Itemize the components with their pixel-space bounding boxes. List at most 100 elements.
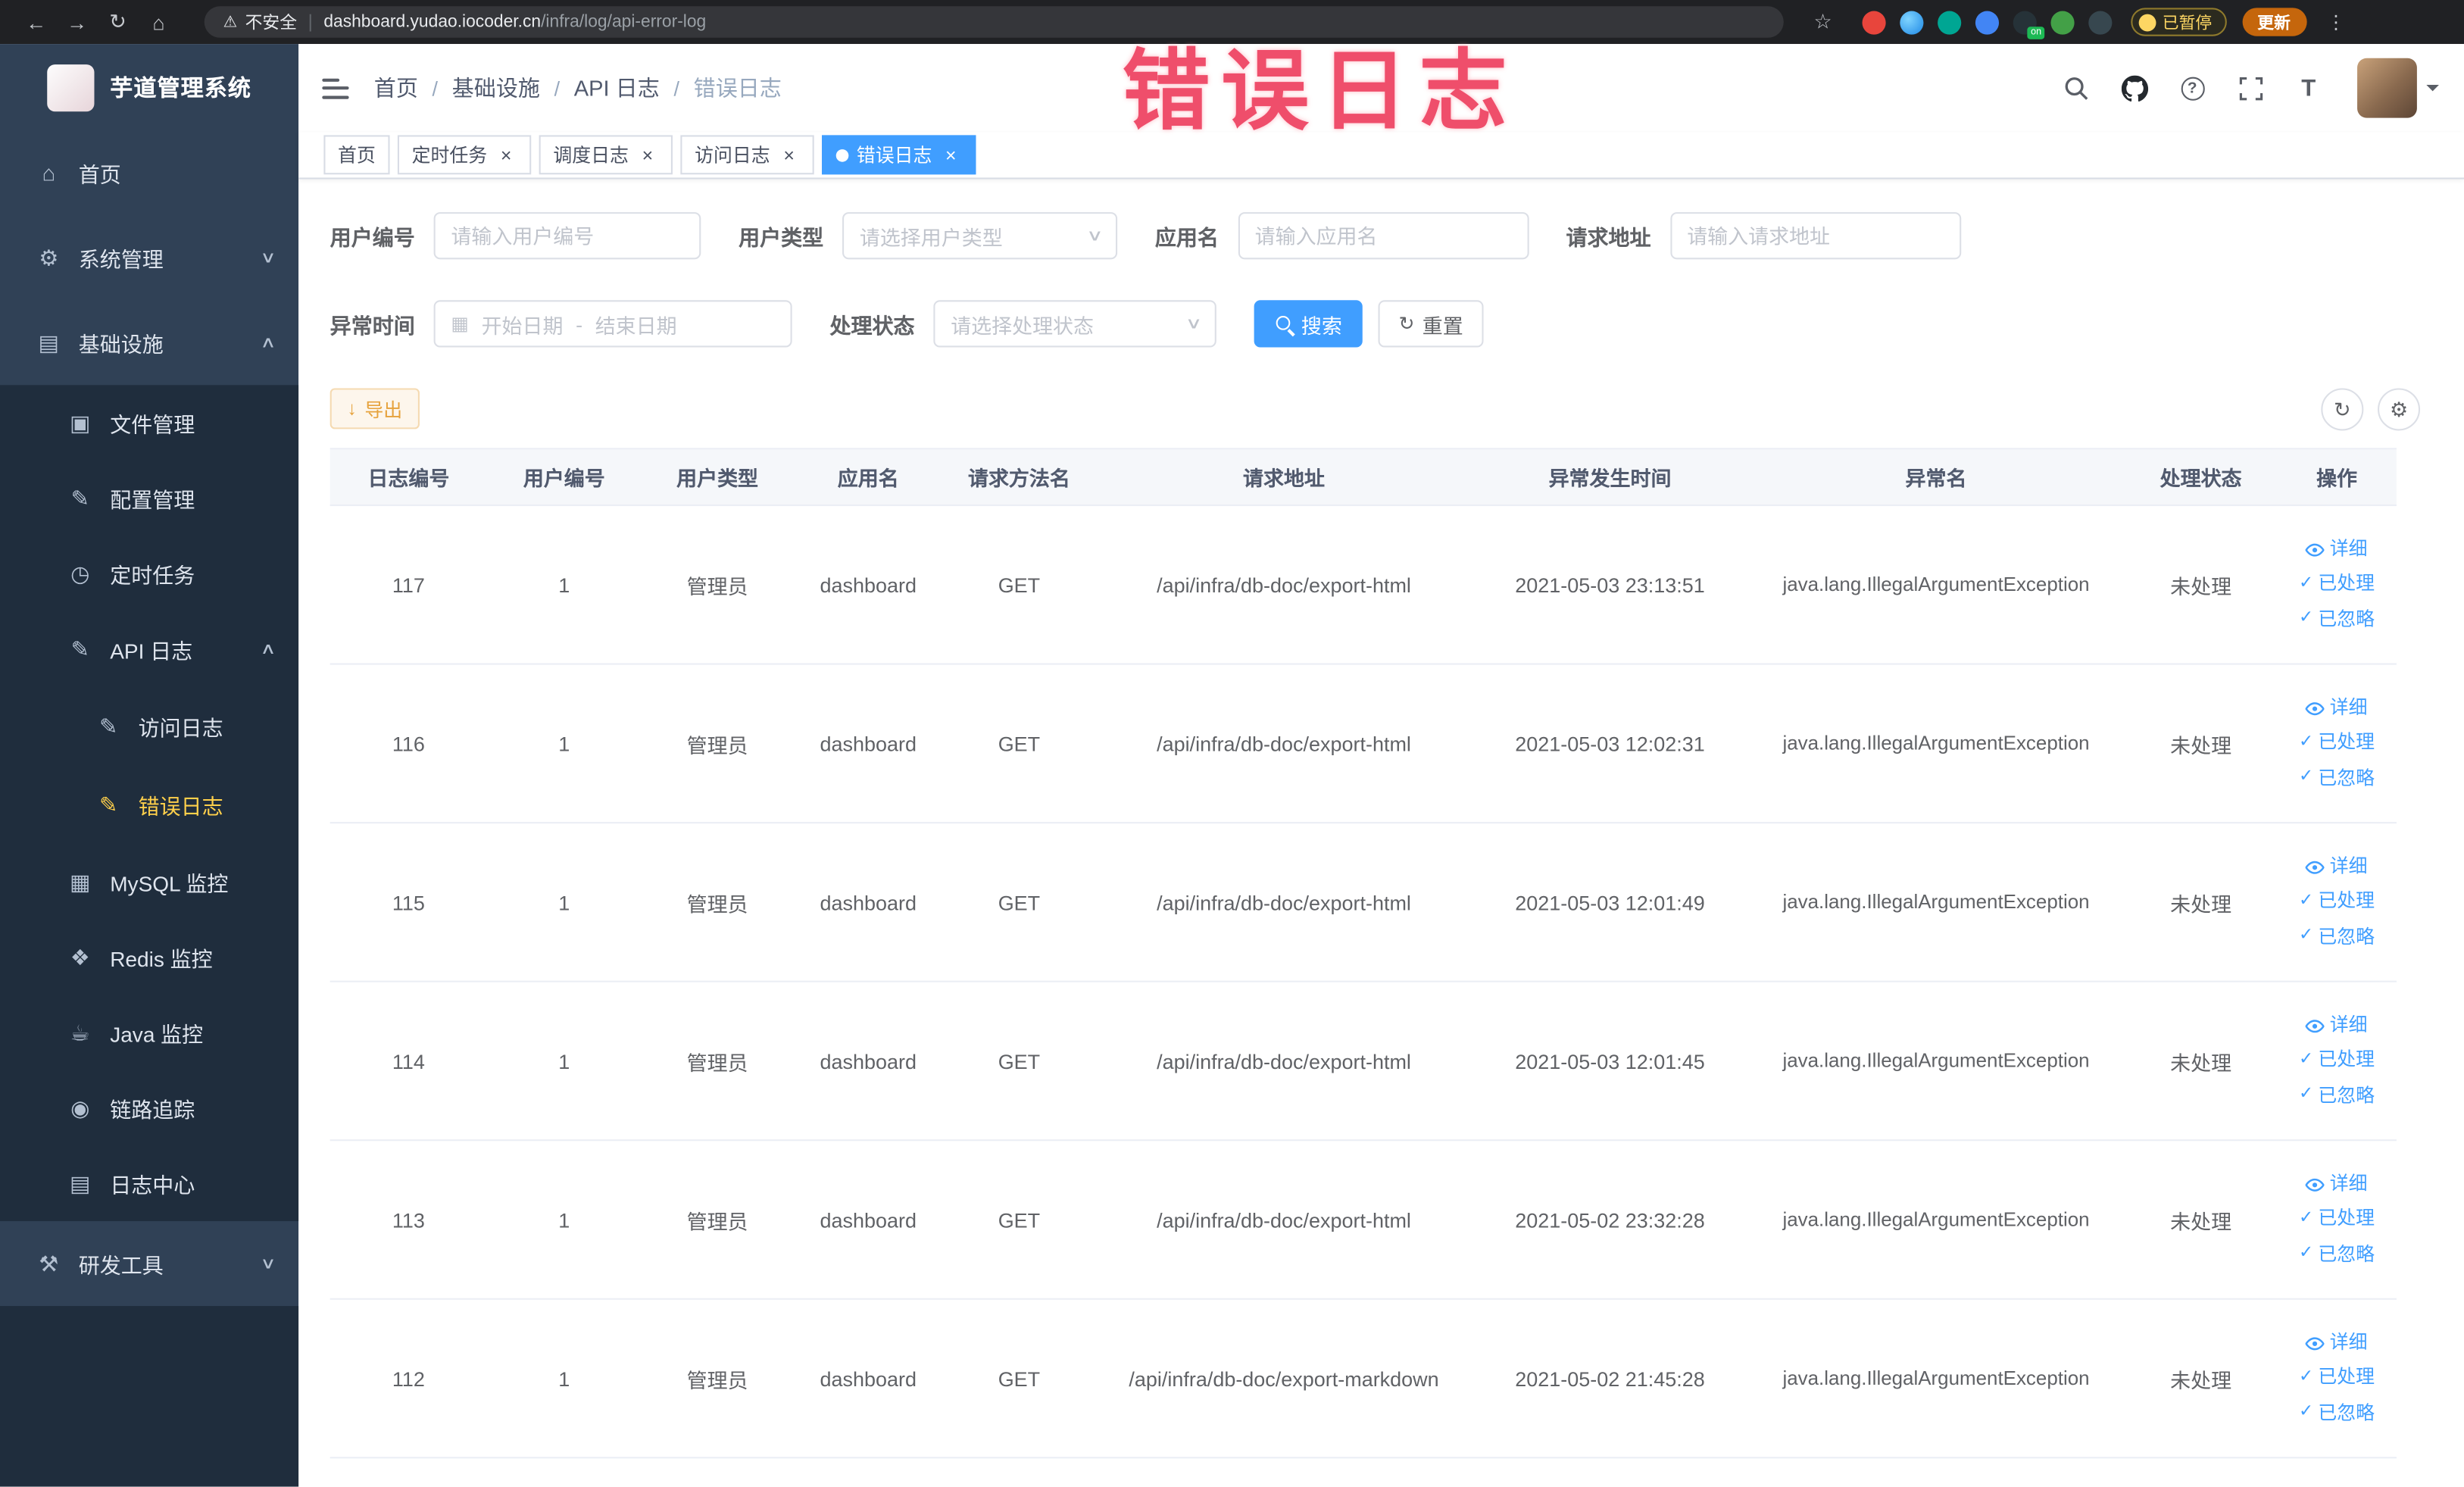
back-icon[interactable]: ← xyxy=(16,10,57,33)
sidebar-item-trace[interactable]: ◉ 链路追踪 xyxy=(0,1070,298,1146)
table-row: 113 1 管理员 dashboard GET /api/infra/db-do… xyxy=(329,1141,2397,1300)
breadcrumb-infra[interactable]: 基础设施 xyxy=(452,72,540,103)
address-bar[interactable]: ⚠ 不安全 dashboard.yudao.iocoder.cn/infra/l… xyxy=(204,6,1784,38)
tools-icon: ⚒ xyxy=(39,1250,59,1276)
sidebar-item-error-log[interactable]: ✎ 错误日志 xyxy=(0,765,298,844)
detail-link[interactable]: 详细 xyxy=(2306,852,2368,883)
search-icon[interactable] xyxy=(2060,72,2091,103)
github-icon[interactable] xyxy=(2119,72,2150,103)
extension-red-icon[interactable] xyxy=(1862,10,1886,34)
browser-home-icon[interactable]: ⌂ xyxy=(139,10,180,33)
active-dot xyxy=(835,148,849,161)
browser-menu-icon[interactable]: ⋮ xyxy=(2316,11,2356,33)
hamburger-icon[interactable] xyxy=(298,44,370,132)
ignored-link[interactable]: ✓ 已忽略 xyxy=(2299,1081,2375,1111)
app-name-input[interactable] xyxy=(1237,212,1529,260)
update-button[interactable]: 更新 xyxy=(2241,8,2306,36)
search-button[interactable]: 搜索 xyxy=(1254,300,1363,348)
detail-link[interactable]: 详细 xyxy=(2306,1170,2368,1200)
actions-cell: 详细 ✓ 已处理 ✓ 已忽略 xyxy=(2277,506,2397,663)
tab-schedule-log[interactable]: 调度日志 × xyxy=(539,135,673,175)
forward-icon[interactable]: → xyxy=(57,10,98,33)
processed-link[interactable]: ✓ 已处理 xyxy=(2299,887,2375,917)
sidebar-item-file-manage[interactable]: ▣ 文件管理 xyxy=(0,385,298,461)
user-menu[interactable] xyxy=(2357,58,2439,118)
extension-on-icon[interactable]: on xyxy=(2013,10,2045,39)
user-id-input[interactable] xyxy=(433,212,701,260)
chevron-down-icon: ∨ xyxy=(259,1254,276,1273)
extensions-row: on xyxy=(1862,10,2113,39)
extension-sprout-icon[interactable] xyxy=(2050,10,2075,34)
sidebar-item-infra[interactable]: ▤ 基础设施 ∧ xyxy=(0,300,298,385)
ignored-link[interactable]: ✓ 已忽略 xyxy=(2299,922,2375,952)
refresh-button[interactable]: ↻ xyxy=(2321,388,2364,431)
url-path: /infra/log/api-error-log xyxy=(541,12,707,32)
processed-link[interactable]: ✓ 已处理 xyxy=(2299,1046,2375,1076)
export-button[interactable]: ↓ 导出 xyxy=(329,388,420,430)
sidebar-item-scheduled-job[interactable]: ◷ 定时任务 xyxy=(0,536,298,611)
ignored-link[interactable]: ✓ 已忽略 xyxy=(2299,1239,2375,1270)
sidebar-item-java-monitor[interactable]: ☕ Java 监控 xyxy=(0,995,298,1070)
reload-icon[interactable]: ↻ xyxy=(98,9,139,34)
tab-scheduled-job[interactable]: 定时任务 × xyxy=(397,135,532,175)
table-cell: /api/infra/db-doc/export-html xyxy=(1157,573,1411,597)
breadcrumb-api-log[interactable]: API 日志 xyxy=(574,72,660,103)
table-cell: 2021-05-03 12:01:49 xyxy=(1515,890,1705,914)
process-status-select[interactable]: 请选择处理状态 ∨ xyxy=(933,300,1216,348)
sidebar-item-mysql-monitor[interactable]: ▦ MySQL 监控 xyxy=(0,844,298,920)
close-icon[interactable]: × xyxy=(940,144,962,166)
extension-drop-icon[interactable] xyxy=(1900,10,1924,34)
ignored-link[interactable]: ✓ 已忽略 xyxy=(2299,604,2375,635)
ignored-link[interactable]: ✓ 已忽略 xyxy=(2299,1398,2375,1429)
grid-icon: ▦ xyxy=(70,868,91,894)
breadcrumb-home[interactable]: 首页 xyxy=(374,72,418,103)
sidebar-item-home[interactable]: ⌂ 首页 xyxy=(0,130,298,215)
font-size-icon[interactable]: T xyxy=(2293,72,2324,103)
table-cell: 管理员 xyxy=(686,733,748,757)
sidebar-item-redis-monitor[interactable]: ❖ Redis 监控 xyxy=(0,920,298,995)
tab-home[interactable]: 首页 xyxy=(323,135,390,175)
processed-link[interactable]: ✓ 已处理 xyxy=(2299,1364,2375,1394)
chevron-down-icon: ∨ xyxy=(1184,314,1202,333)
sidebar-item-log-center[interactable]: ▤ 日志中心 xyxy=(0,1145,298,1221)
ignored-link[interactable]: ✓ 已忽略 xyxy=(2299,763,2375,793)
table-cell: dashboard xyxy=(820,573,917,597)
extension-grid-icon[interactable] xyxy=(1975,10,2000,34)
user-type-select[interactable]: 请选择用户类型 ∨ xyxy=(842,212,1118,260)
gear-icon: ⚙ xyxy=(2389,396,2409,420)
close-icon[interactable]: × xyxy=(495,144,517,166)
detail-link[interactable]: 详细 xyxy=(2306,1329,2368,1359)
fullscreen-icon[interactable] xyxy=(2234,72,2266,103)
extension-teal-icon[interactable] xyxy=(1938,10,1962,34)
processed-link[interactable]: ✓ 已处理 xyxy=(2299,728,2375,758)
table-row: 115 1 管理员 dashboard GET /api/infra/db-do… xyxy=(329,823,2397,982)
bookmark-star-icon[interactable]: ☆ xyxy=(1803,9,1844,34)
detail-link[interactable]: 详细 xyxy=(2306,1011,2368,1041)
help-icon[interactable]: ? xyxy=(2176,72,2207,103)
extension-paw-icon[interactable] xyxy=(2088,10,2113,34)
table-cell: 2021-05-03 12:01:45 xyxy=(1515,1048,1705,1073)
request-url-input[interactable] xyxy=(1669,212,1961,260)
processed-link[interactable]: ✓ 已处理 xyxy=(2299,1204,2375,1235)
tab-access-log[interactable]: 访问日志 × xyxy=(680,135,814,175)
reset-button[interactable]: ↻ 重置 xyxy=(1378,300,1484,348)
column-settings-button[interactable]: ⚙ xyxy=(2378,388,2421,431)
close-icon[interactable]: × xyxy=(636,144,658,166)
table-cell: 2021-05-02 21:45:28 xyxy=(1515,1366,1705,1391)
sidebar-item-api-log[interactable]: ✎ API 日志 ∧ xyxy=(0,611,298,687)
table-row: 116 1 管理员 dashboard GET /api/infra/db-do… xyxy=(329,665,2397,824)
check-icon: ✓ xyxy=(2299,1208,2314,1228)
smiley-icon xyxy=(2138,13,2156,31)
paused-badge[interactable]: 已暂停 xyxy=(2131,8,2226,36)
detail-link[interactable]: 详细 xyxy=(2306,535,2368,565)
table-cell: 管理员 xyxy=(686,892,748,916)
sidebar-item-dev-tools[interactable]: ⚒ 研发工具 ∨ xyxy=(0,1221,298,1306)
sidebar-item-access-log[interactable]: ✎ 访问日志 xyxy=(0,687,298,766)
exception-time-range[interactable]: ▦ 开始日期 - 结束日期 xyxy=(433,300,792,348)
tab-error-log[interactable]: 错误日志 × xyxy=(822,135,976,175)
close-icon[interactable]: × xyxy=(778,144,800,166)
processed-link[interactable]: ✓ 已处理 xyxy=(2299,570,2375,600)
sidebar-item-config-manage[interactable]: ✎ 配置管理 xyxy=(0,461,298,536)
detail-link[interactable]: 详细 xyxy=(2306,693,2368,723)
sidebar-item-system[interactable]: ⚙ 系统管理 ∨ xyxy=(0,215,298,300)
